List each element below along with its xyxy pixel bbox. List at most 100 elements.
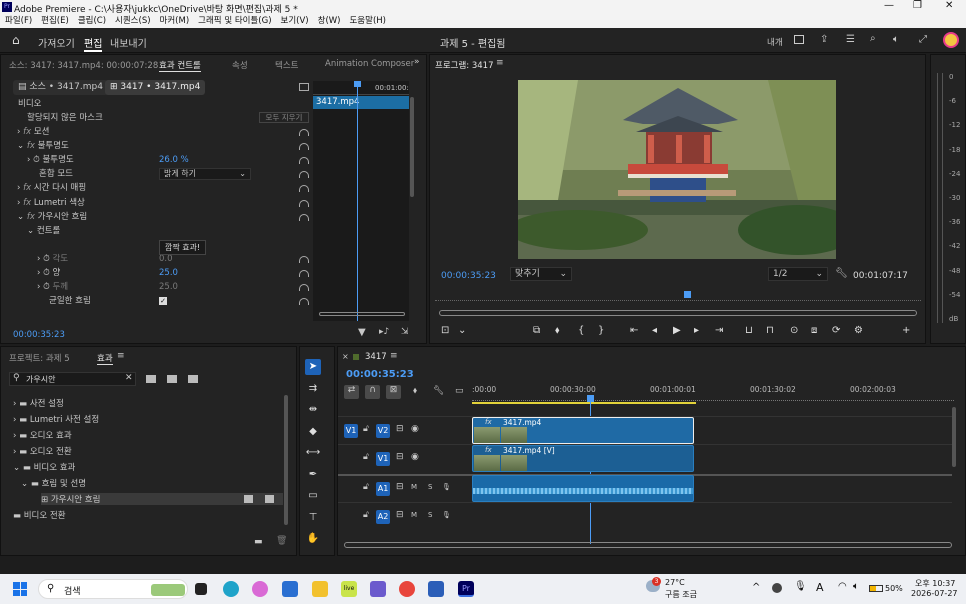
timeline-timecode[interactable]: 00:00:35:23 [346, 369, 414, 380]
sequence-clip-tab[interactable]: ⊞ 3417 • 3417.mp4 [105, 80, 206, 95]
fx-icon[interactable]: fx [23, 198, 34, 208]
snap-icon[interactable]: ⇄ [344, 385, 359, 399]
pen-icon[interactable]: ✒ [305, 467, 321, 483]
home-icon[interactable]: ⌂ [12, 33, 20, 47]
ec-playhead-handle[interactable] [354, 81, 361, 87]
nav-export[interactable]: 내보내기 [110, 35, 147, 50]
ec-value-10[interactable]: 25.0 [159, 280, 178, 294]
ec-row-8[interactable]: › ⏱ 각도 [37, 252, 68, 266]
mute-icon[interactable]: M [411, 483, 417, 491]
mic-icon[interactable]: 🎙︎ [794, 581, 807, 592]
safe-margin-icon[interactable]: ⊡ [441, 325, 449, 336]
menu-item-6[interactable]: 보기(V) [281, 15, 309, 28]
close-sequence-icon[interactable]: × [342, 352, 349, 361]
rectangle-icon[interactable]: ▭ [305, 488, 321, 504]
clock-date[interactable]: 2026-07-27 [911, 589, 958, 598]
task-view-icon[interactable] [195, 583, 207, 595]
clock-time[interactable]: 오후 10:37 [915, 578, 955, 589]
mute-icon[interactable]: M [411, 511, 417, 519]
solo-icon[interactable]: S [428, 483, 432, 491]
nav-edit[interactable]: 편집 [84, 35, 103, 52]
ec-value-9[interactable]: 25.0 [159, 266, 178, 280]
mic-icon[interactable]: 🎙︎ [442, 483, 451, 491]
battery-icon[interactable] [869, 585, 883, 592]
menu-item-4[interactable]: 마커(M) [160, 15, 190, 28]
taskbar-search[interactable]: ⚲ 검색 [38, 579, 188, 599]
solo-icon[interactable]: S [428, 511, 432, 519]
vr-icon[interactable]: ⟳ [832, 325, 840, 336]
new-bin-icon[interactable]: ▬ [254, 537, 263, 547]
fx-icon[interactable]: fx [23, 183, 34, 193]
eye-icon[interactable]: ◉ [411, 424, 419, 434]
reset-icon[interactable] [299, 185, 309, 192]
chrome-icon[interactable] [399, 581, 415, 597]
ec-row-10[interactable]: › ⏱ 두께 [37, 280, 68, 294]
slip-icon[interactable]: ⟷ [305, 445, 321, 461]
program-ruler[interactable] [435, 293, 921, 301]
search-zoom-icon[interactable]: ⌕ [870, 33, 876, 44]
copilot-icon[interactable] [252, 581, 268, 597]
panel-toggle-icon[interactable] [299, 83, 309, 91]
goto-out-icon[interactable]: ⇥ [715, 325, 723, 336]
reset-icon[interactable] [299, 200, 309, 207]
explorer-icon[interactable] [312, 581, 328, 597]
goto-in-icon[interactable]: ⇤ [630, 325, 638, 336]
wifi-icon[interactable]: ◠ [838, 581, 847, 592]
step-back-icon[interactable]: ◂ [652, 325, 657, 336]
fx-tree-item-2[interactable]: › ▬ 오디오 효과 [13, 429, 72, 441]
compare-icon[interactable]: ⧈ [811, 325, 817, 336]
effects-menu-icon[interactable]: ≡ [117, 351, 125, 361]
menu-item-0[interactable]: 파일(F) [5, 15, 32, 28]
tab-effects[interactable]: 효과 [97, 352, 113, 365]
ec-zoom-slider[interactable] [319, 312, 405, 316]
add-marker-icon[interactable]: ⬧ [413, 386, 417, 396]
effects-search-box[interactable]: ⚲ 가우시안 ✕ [9, 372, 136, 386]
lock-icon[interactable]: 🔓︎ [363, 482, 369, 492]
reset-icon[interactable] [299, 284, 309, 291]
timeline-scroll[interactable] [344, 542, 952, 548]
fx-tree-item-0[interactable]: › ▬ 사전 설정 [13, 397, 64, 409]
sequence-tab[interactable]: 3417 [365, 352, 387, 362]
hand-icon[interactable]: ✋ [305, 531, 321, 547]
play-icon[interactable]: ▶ [673, 325, 681, 336]
effect-button[interactable]: 깜짝 효과! [159, 240, 207, 255]
teams-icon[interactable] [370, 581, 386, 597]
lift-icon[interactable]: ⊔ [745, 325, 753, 336]
fx-icon[interactable]: fx [27, 141, 38, 151]
volume-icon[interactable]: 🔈︎ [893, 34, 899, 45]
ec-playhead[interactable] [357, 81, 358, 321]
more-tabs-icon[interactable]: » [414, 57, 420, 67]
ec-row-9[interactable]: › ⏱ 양 [37, 266, 60, 280]
start-icon[interactable] [13, 582, 27, 596]
sync-lock-icon[interactable]: ⊟ [396, 510, 404, 520]
restore-button[interactable]: ❐ [913, 0, 922, 11]
ripple-edit-icon[interactable]: ⇹ [305, 402, 321, 418]
eye-icon[interactable]: ◉ [411, 452, 419, 462]
tab-animation-composer[interactable]: Animation Composer [325, 59, 414, 69]
menu-item-7[interactable]: 창(W) [318, 15, 341, 28]
premiere-taskbar-icon[interactable]: Pr [458, 581, 474, 597]
fx-tree-item-1[interactable]: › ▬ Lumetri 사전 설정 [13, 413, 99, 425]
program-playhead[interactable] [684, 291, 691, 298]
marker-icon[interactable]: ⬧ [555, 325, 560, 336]
reset-icon[interactable] [299, 270, 309, 277]
fit-dropdown[interactable]: 맞추기 ⌄ [510, 267, 572, 281]
chevron-icon[interactable]: ⌄ [21, 479, 31, 489]
menu-item-3[interactable]: 시퀀스(S) [115, 15, 151, 28]
32bit-effects-icon[interactable] [167, 375, 177, 383]
chevron-icon[interactable]: ⌄ [13, 463, 23, 473]
mic-icon[interactable]: 🎙︎ [442, 511, 451, 519]
tab-project[interactable]: 프로젝트: 과제 5 [9, 352, 70, 364]
reset-icon[interactable] [299, 129, 309, 136]
word-icon[interactable] [428, 581, 444, 597]
filter-icon[interactable]: ▼ [358, 327, 366, 338]
magnet-icon[interactable]: ∩ [365, 385, 380, 399]
program-menu-icon[interactable]: ≡ [496, 58, 504, 68]
work-area-bar[interactable] [472, 402, 696, 404]
fx-tree-item-5[interactable]: ⌄ ▬ 흐림 및 선명 [21, 477, 86, 489]
reset-icon[interactable] [299, 171, 309, 178]
type-tool-icon[interactable]: ⊤ [305, 510, 321, 526]
yuv-effects-icon[interactable] [188, 375, 198, 383]
add-button-icon[interactable]: + [902, 325, 910, 336]
fx-tree-item-4[interactable]: ⌄ ▬ 비디오 효과 [13, 461, 75, 473]
